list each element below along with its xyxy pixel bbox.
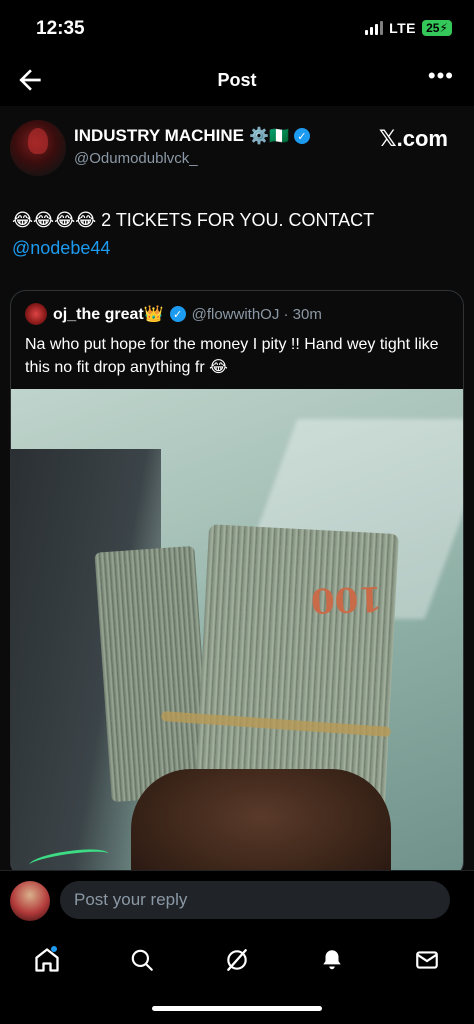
home-indicator[interactable] [152,1006,322,1011]
post: INDUSTRY MACHINE ⚙️🇳🇬 ✓ @Odumodublvck_ 𝕏… [0,106,474,878]
bottom-tab-bar [0,930,474,990]
mention-link[interactable]: @nodebe44 [12,238,110,258]
author-name-row: INDUSTRY MACHINE ⚙️🇳🇬 ✓ [74,126,310,146]
tab-messages[interactable] [403,936,451,984]
bell-icon [323,950,341,970]
home-icon [35,948,60,972]
mail-icon [415,951,438,969]
xcom-watermark: 𝕏.com [378,126,448,151]
verified-badge-icon: ✓ [293,128,310,144]
battery-icon: 25⚡ [422,20,452,36]
reply-input[interactable] [60,881,450,919]
tab-home[interactable] [23,936,71,984]
author-handle[interactable]: @Odumodublvck_ [74,150,198,167]
quote-avatar [25,303,47,325]
grok-icon [227,949,247,971]
cash-stack-left [94,545,212,803]
status-icons: LTE 25⚡ [365,20,452,36]
search-icon [131,949,154,971]
name-emojis: ⚙️🇳🇬 [249,128,289,145]
tab-search[interactable] [118,936,166,984]
quoted-post[interactable]: oj_the great👑 ✓ @flowwithOJ · 30m Na who… [10,290,464,878]
tab-grok[interactable] [213,936,261,984]
verified-badge-icon: ✓ [169,306,186,322]
quote-header: oj_the great👑 ✓ @flowwithOJ · 30m [25,303,322,325]
user-avatar[interactable] [10,881,50,921]
more-options-button[interactable]: ••• [428,65,454,87]
hand [131,769,391,877]
quote-text: Na who put hope for the money I pity !! … [25,336,439,376]
status-time: 12:35 [36,18,85,39]
top-nav: Post ••• [0,56,474,106]
author-display-name[interactable]: INDUSTRY MACHINE [74,126,244,146]
quote-author-name: oj_the great👑 [53,306,164,323]
bill-denomination: 100 [310,577,383,621]
post-body: 😂😂😂😂 2 TICKETS FOR YOU. CONTACT [12,210,375,230]
page-title: Post [217,70,257,90]
author-avatar[interactable] [10,120,66,176]
tab-notifications[interactable] [308,936,356,984]
post-text: 😂😂😂😂 2 TICKETS FOR YOU. CONTACT @nodebe4… [12,206,452,262]
signal-icon [365,21,384,35]
quote-image[interactable]: 100 [11,389,463,877]
battery-level: 25 [426,21,440,35]
network-label: LTE [389,20,416,36]
quote-handle-time: @flowwithOJ · 30m [191,305,322,323]
reply-bar [0,870,474,929]
status-bar: 12:35 LTE 25⚡ [0,0,474,54]
